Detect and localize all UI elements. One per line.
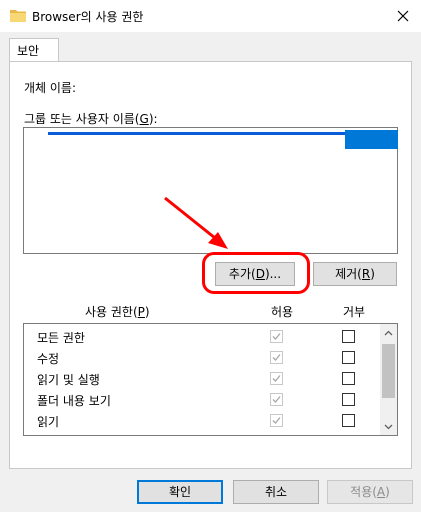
deny-checkbox[interactable] bbox=[342, 414, 355, 427]
close-icon bbox=[397, 10, 409, 22]
permission-row: 수정 bbox=[24, 347, 380, 368]
ok-button[interactable]: 확인 bbox=[137, 480, 223, 504]
remove-button[interactable]: 제거(R) bbox=[313, 262, 397, 286]
permission-row: 모든 권한 bbox=[24, 326, 380, 347]
selected-list-item[interactable] bbox=[48, 132, 348, 135]
selected-list-item-highlight[interactable] bbox=[345, 130, 398, 149]
cancel-button[interactable]: 취소 bbox=[233, 480, 319, 504]
permission-name: 모든 권한 bbox=[37, 331, 85, 345]
deny-checkbox[interactable] bbox=[342, 393, 355, 406]
allow-checkbox bbox=[270, 414, 283, 427]
groups-label: 그룹 또는 사용자 이름(G): bbox=[24, 112, 158, 126]
close-button[interactable] bbox=[385, 0, 421, 32]
permissions-label: 사용 권한(P) bbox=[85, 305, 150, 319]
tab-strip: 보안 bbox=[0, 32, 421, 62]
scroll-up-button[interactable] bbox=[380, 324, 397, 341]
deny-column-header: 거부 bbox=[343, 305, 366, 319]
permission-row: 읽기 bbox=[24, 410, 380, 431]
allow-checkbox bbox=[270, 372, 283, 385]
permission-name: 읽기 bbox=[37, 415, 60, 429]
deny-checkbox[interactable] bbox=[342, 372, 355, 385]
allow-column-header: 허용 bbox=[271, 305, 294, 319]
permission-row: 폴더 내용 보기 bbox=[24, 389, 380, 410]
object-name-label: 개체 이름: bbox=[24, 81, 77, 95]
permission-name: 읽기 및 실행 bbox=[37, 373, 100, 387]
apply-button[interactable]: 적용(A) bbox=[327, 480, 413, 504]
scroll-thumb[interactable] bbox=[382, 344, 395, 398]
permission-row: 읽기 및 실행 bbox=[24, 368, 380, 389]
deny-checkbox[interactable] bbox=[342, 330, 355, 343]
permission-name: 수정 bbox=[37, 352, 60, 366]
chevron-down-icon bbox=[384, 424, 393, 429]
deny-checkbox[interactable] bbox=[342, 351, 355, 364]
tab-security[interactable]: 보안 bbox=[9, 38, 59, 62]
permission-name: 폴더 내용 보기 bbox=[37, 394, 111, 408]
permissions-list[interactable]: 모든 권한 수정 읽기 및 실행 폴더 내용 보기 읽기 bbox=[23, 323, 398, 436]
allow-checkbox bbox=[270, 330, 283, 343]
allow-checkbox bbox=[270, 351, 283, 364]
tab-label: 보안 bbox=[17, 44, 40, 58]
allow-checkbox bbox=[270, 393, 283, 406]
title-bar: Browser의 사용 권한 bbox=[0, 0, 421, 32]
scroll-down-button[interactable] bbox=[380, 418, 397, 435]
annotation-arrow-icon bbox=[164, 196, 228, 249]
permissions-scrollbar[interactable] bbox=[380, 324, 397, 435]
chevron-up-icon bbox=[384, 330, 393, 335]
window-title: Browser의 사용 권한 bbox=[32, 10, 144, 24]
folder-icon bbox=[10, 8, 26, 22]
